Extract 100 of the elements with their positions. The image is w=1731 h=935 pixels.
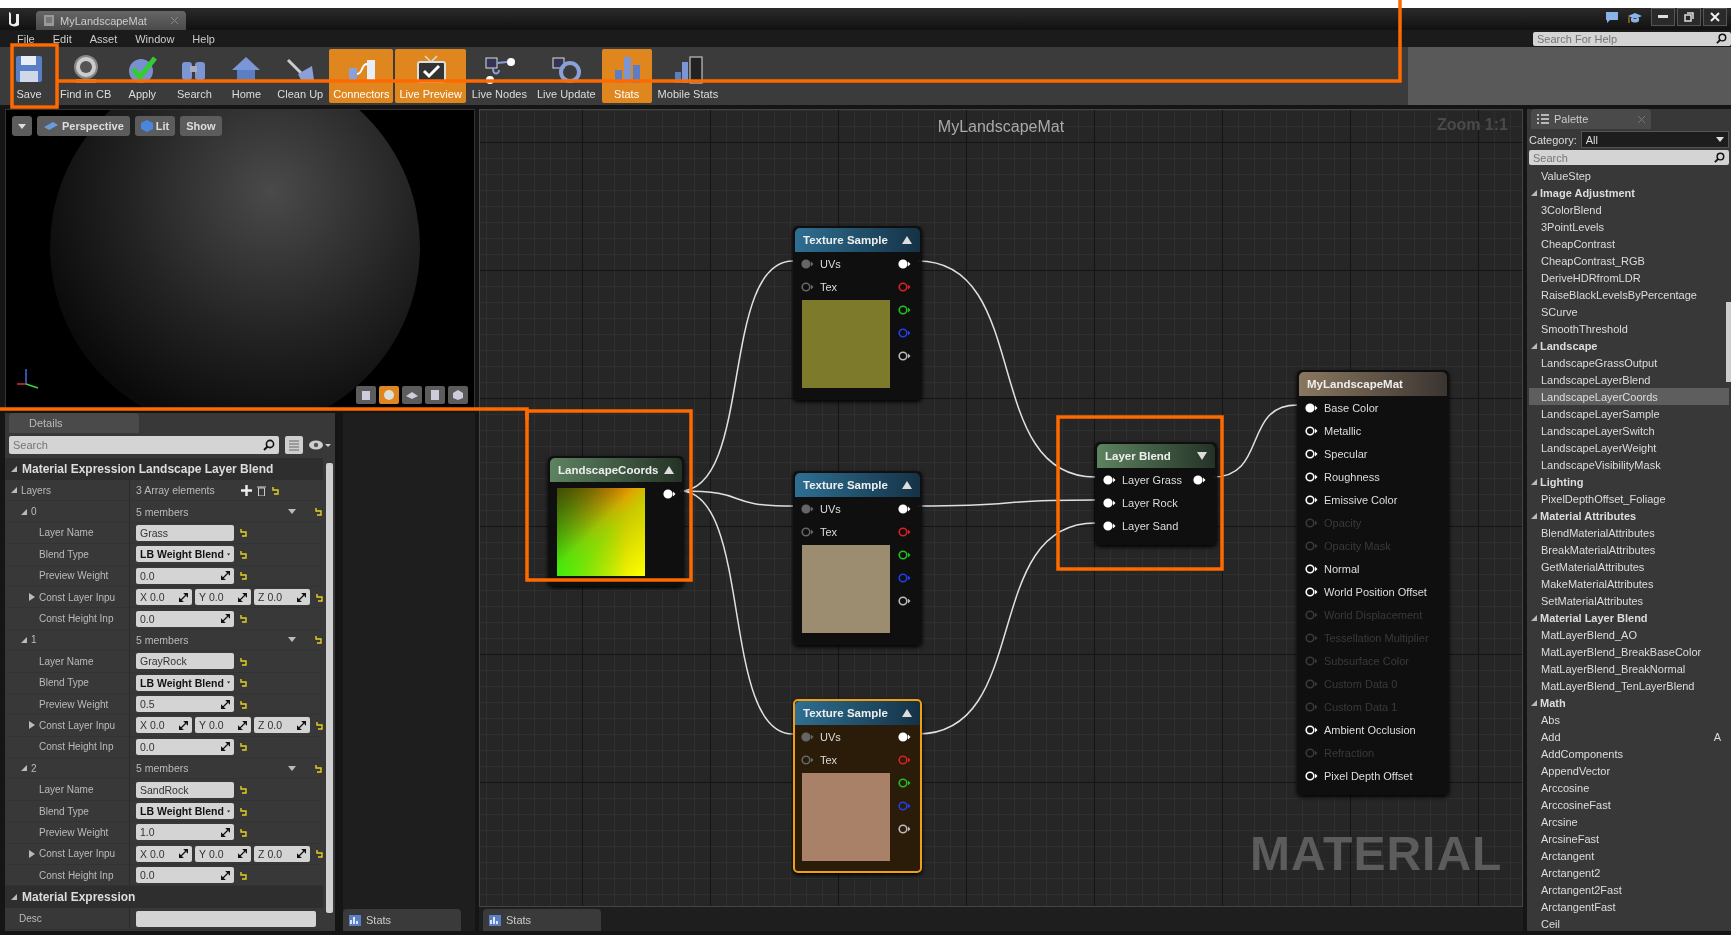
search-icon[interactable] [1714, 151, 1725, 163]
text-field[interactable] [136, 910, 316, 927]
reset-icon[interactable] [239, 827, 248, 837]
expander-icon[interactable] [11, 894, 17, 901]
reset-icon[interactable] [315, 721, 324, 730]
reset-icon[interactable] [239, 785, 248, 795]
palette-item[interactable]: LandscapeGrassOutput [1529, 354, 1729, 371]
pin-icon[interactable] [898, 258, 911, 269]
search-field[interactable]: Search [9, 436, 279, 454]
palette-item[interactable]: Arctangent2Fast [1529, 881, 1729, 898]
number-field[interactable]: 0.0 [136, 610, 234, 627]
toolbar-button[interactable]: Clean Up [273, 49, 328, 103]
trash-icon[interactable] [257, 484, 266, 496]
node-header[interactable]: Texture Sample [795, 228, 920, 252]
texture-sample-node[interactable]: Texture Sample UVs Tex [793, 699, 922, 873]
minimize-button[interactable] [1651, 8, 1675, 26]
palette-item[interactable]: LandscapeVisibilityMask [1529, 456, 1729, 473]
pin-icon[interactable] [1305, 425, 1318, 436]
palette-item[interactable]: DeriveHDRfromLDR [1529, 269, 1729, 286]
toolbar-button[interactable]: Apply [117, 49, 168, 103]
material-output-node[interactable] [1297, 370, 1449, 795]
expander-icon[interactable] [29, 593, 35, 602]
palette-item[interactable]: Arccosine [1529, 779, 1729, 796]
menu-item[interactable]: Edit [43, 32, 81, 45]
palette-item[interactable]: Ceil [1529, 915, 1729, 931]
layer-blend-node[interactable]: Layer Blend Layer Grass Layer Rock Layer Sand [1095, 442, 1217, 545]
palette-item[interactable]: Arctangent [1529, 847, 1729, 864]
restore-button[interactable] [1677, 8, 1701, 26]
search-icon[interactable] [263, 439, 275, 451]
palette-item[interactable]: Abs [1529, 711, 1729, 728]
preview-shape-button[interactable] [448, 386, 468, 404]
pin-icon[interactable] [1305, 402, 1318, 413]
toolbar-button[interactable]: Search [169, 49, 220, 103]
palette-item[interactable]: Arctangent2 [1529, 864, 1729, 881]
palette-item[interactable]: MatLayerBlend_BreakBaseColor [1529, 643, 1729, 660]
menu-item[interactable]: Window [126, 32, 184, 45]
reset-icon[interactable] [239, 806, 248, 816]
toolbar-button[interactable]: Live Nodes [467, 49, 531, 103]
number-field[interactable]: 0.0 [136, 867, 234, 884]
palette-item[interactable]: LandscapeLayerWeight [1529, 439, 1729, 456]
palette-item[interactable]: SmoothThreshold [1529, 320, 1729, 337]
palette-item[interactable]: LandscapeLayerSwitch [1529, 422, 1729, 439]
preview-viewport[interactable]: Perspective Lit Show [5, 109, 475, 409]
number-field[interactable]: X 0.0 [136, 717, 192, 734]
expander-icon[interactable] [1531, 512, 1537, 519]
viewport-menu-button[interactable] [12, 116, 32, 136]
palette-item[interactable]: AppendVector [1529, 762, 1729, 779]
reset-icon[interactable] [314, 507, 323, 517]
palette-category[interactable]: Math [1529, 694, 1729, 711]
text-field[interactable]: GrayRock [136, 653, 234, 670]
palette-item[interactable]: Arcsine [1529, 813, 1729, 830]
number-field[interactable]: X 0.0 [136, 845, 192, 862]
pin-icon[interactable] [1305, 724, 1318, 735]
palette-item[interactable]: LandscapeLayerBlend [1529, 371, 1729, 388]
palette-category[interactable]: Material Attributes [1529, 507, 1729, 524]
eye-icon[interactable] [309, 439, 331, 451]
expander-icon[interactable] [1531, 614, 1537, 621]
number-field[interactable]: Y 0.0 [195, 589, 251, 606]
landscape-coords-node[interactable]: LandscapeCoords [548, 456, 684, 586]
toolbar-button[interactable]: Mobile Stats [653, 49, 723, 103]
pin-icon[interactable] [1305, 471, 1318, 482]
section-header[interactable]: Material Expression Landscape Layer Blend [5, 458, 323, 480]
help-search-field[interactable]: Search For Help [1533, 31, 1731, 46]
palette-item[interactable]: CheapContrast [1529, 235, 1729, 252]
palette-item[interactable]: ValueStep [1529, 167, 1729, 184]
reset-icon[interactable] [315, 592, 324, 602]
stats-tab[interactable]: Stats [343, 909, 461, 931]
collapse-icon[interactable] [1197, 452, 1207, 460]
number-field[interactable]: 0.0 [136, 738, 234, 755]
palette-item[interactable]: PixelDepthOffset_Foliage [1529, 490, 1729, 507]
text-field[interactable]: Grass [136, 524, 234, 541]
pin-icon[interactable] [898, 823, 911, 834]
blend-type-dropdown[interactable]: LB Weight Blend [136, 546, 234, 563]
palette-item[interactable]: LandscapeLayerCoords [1529, 388, 1729, 405]
collapse-icon[interactable] [902, 709, 912, 717]
expander-icon[interactable] [1531, 189, 1537, 196]
reset-icon[interactable] [239, 549, 248, 559]
toolbar-button[interactable]: Find in CB [56, 49, 116, 103]
palette-category[interactable]: Lighting [1529, 473, 1729, 490]
section-header[interactable]: Material Expression [5, 886, 323, 909]
expander-icon[interactable] [29, 721, 35, 730]
palette-item[interactable]: ArcsineFast [1529, 830, 1729, 847]
expander-icon[interactable] [21, 636, 27, 643]
number-field[interactable]: 0.0 [136, 567, 234, 584]
collapse-icon[interactable] [664, 466, 675, 474]
palette-item[interactable]: ArccosineFast [1529, 796, 1729, 813]
reset-icon[interactable] [239, 678, 248, 688]
reset-icon[interactable] [239, 528, 248, 538]
search-field[interactable]: Search [1529, 150, 1729, 165]
reset-icon[interactable] [239, 870, 248, 880]
view-mode-button[interactable]: Perspective [37, 116, 130, 136]
material-graph-canvas[interactable] [479, 109, 1523, 907]
reset-icon[interactable] [314, 635, 323, 645]
palette-item[interactable]: RaiseBlackLevelsByPercentage [1529, 286, 1729, 303]
graduation-cap-icon[interactable] [1627, 10, 1643, 24]
menu-item[interactable]: File [8, 32, 44, 45]
plus-icon[interactable] [241, 484, 252, 496]
reset-icon[interactable] [271, 485, 280, 495]
palette-item[interactable]: SCurve [1529, 303, 1729, 320]
palette-item[interactable]: LandscapeLayerSample [1529, 405, 1729, 422]
